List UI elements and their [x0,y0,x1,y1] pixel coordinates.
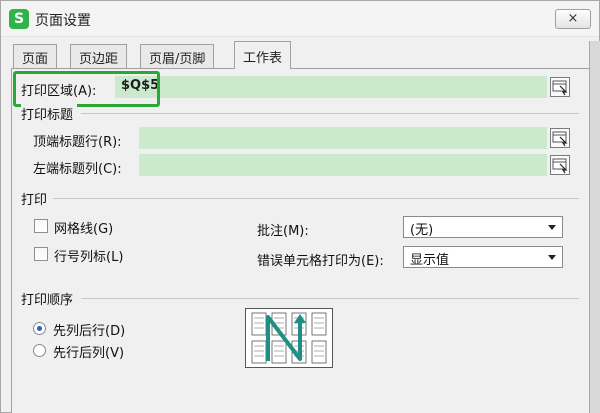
comments-select[interactable]: (无) [403,216,563,238]
cell-errors-select-value: 显示值 [410,253,450,268]
dialog-title: 页面设置 [35,13,91,29]
window-right-edge [589,41,600,413]
gridlines-label: 网格线(G) [54,222,114,237]
over-then-down-radio[interactable] [33,344,46,357]
over-then-down-label: 先行后列(V) [53,346,125,361]
cell-errors-select[interactable]: 显示值 [403,246,563,268]
title-rows-label: 顶端标题行(R): [33,135,122,150]
down-then-over-radio[interactable] [33,322,46,335]
print-titles-divider [81,113,579,114]
title-bar: S 页面设置 × [1,1,599,37]
chevron-down-icon [548,255,556,260]
print-order-group-label: 打印顺序 [21,293,74,308]
comments-label: 批注(M): [257,224,309,239]
range-select-icon [552,80,568,96]
row-col-headings-label: 行号列标(L) [54,250,124,265]
gridlines-checkbox[interactable] [34,219,48,233]
down-then-over-label: 先列后行(D) [53,324,126,339]
page-setup-dialog: S 页面设置 × 页面 页边距 页眉/页脚 工作表 打印区域(A): $Q$5 … [0,0,600,413]
print-titles-group-label: 打印标题 [21,104,78,123]
title-cols-picker-button[interactable] [550,155,570,175]
chevron-down-icon [548,225,556,230]
row-col-headings-checkbox[interactable] [34,247,48,261]
tab-header-footer[interactable]: 页眉/页脚 [140,44,215,68]
wps-app-icon: S [9,9,29,29]
tab-page[interactable]: 页面 [13,44,58,68]
range-select-icon [552,158,568,174]
title-rows-field[interactable] [139,127,547,149]
print-area-highlight [13,71,160,107]
print-area-field[interactable]: $Q$5 [115,76,547,98]
tab-margins[interactable]: 页边距 [70,44,128,68]
cell-errors-label: 错误单元格打印为(E): [257,254,384,269]
title-cols-label: 左端标题列(C): [33,162,122,177]
comments-select-value: (无) [410,223,434,238]
close-button[interactable]: × [555,9,591,29]
title-rows-picker-button[interactable] [550,128,570,148]
range-select-icon [552,131,568,147]
title-cols-field[interactable] [139,154,547,176]
print-order-divider [81,298,579,299]
print-order-preview-icon [245,308,333,368]
print-area-picker-button[interactable] [550,77,570,97]
print-group-divider [53,198,579,199]
print-group-label: 打印 [21,193,48,208]
tab-sheet[interactable]: 工作表 [234,41,292,69]
